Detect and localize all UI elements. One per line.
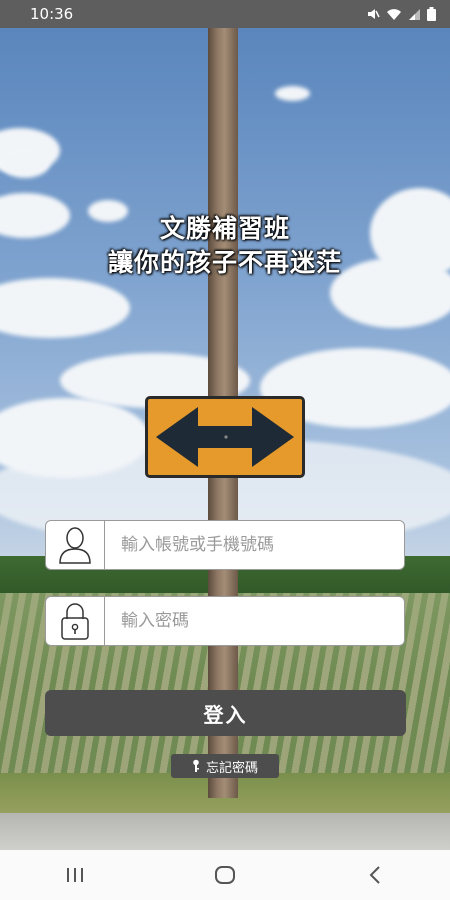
road [0, 813, 450, 850]
back-icon [369, 866, 380, 884]
wifi-icon [387, 9, 401, 20]
title-line2: 讓你的孩子不再迷茫 [107, 248, 342, 277]
account-input[interactable] [105, 534, 403, 556]
app-title: 文勝補習班 讓你的孩子不再迷茫 [0, 212, 450, 280]
nav-recent-button[interactable] [45, 855, 105, 895]
forgot-password-button[interactable]: 忘記密碼 [171, 754, 279, 778]
key-icon [193, 759, 199, 772]
navigation-bar [0, 850, 450, 900]
password-field[interactable] [45, 596, 405, 646]
home-icon [215, 866, 235, 884]
title-line1: 文勝補習班 [159, 214, 290, 243]
login-button[interactable]: 登入 [45, 690, 406, 736]
lock-icon [61, 603, 89, 640]
status-bar: 10:36 [0, 0, 450, 28]
account-icon-box [46, 521, 105, 569]
battery-icon [427, 7, 436, 21]
user-icon [59, 527, 91, 564]
nav-back-button[interactable] [345, 855, 405, 895]
arrow-sign [145, 396, 305, 478]
recent-apps-icon [67, 868, 83, 882]
forgot-password-label: 忘記密碼 [205, 760, 258, 776]
status-time: 10:36 [30, 5, 74, 23]
password-input[interactable] [105, 610, 403, 632]
nav-home-button[interactable] [195, 855, 255, 895]
password-icon-box [46, 597, 105, 645]
signal-icon [409, 8, 420, 20]
double-arrow-icon [156, 407, 294, 467]
account-field[interactable] [45, 520, 405, 570]
login-button-label: 登入 [203, 702, 248, 727]
status-icons [366, 7, 436, 21]
mute-icon [368, 9, 380, 19]
